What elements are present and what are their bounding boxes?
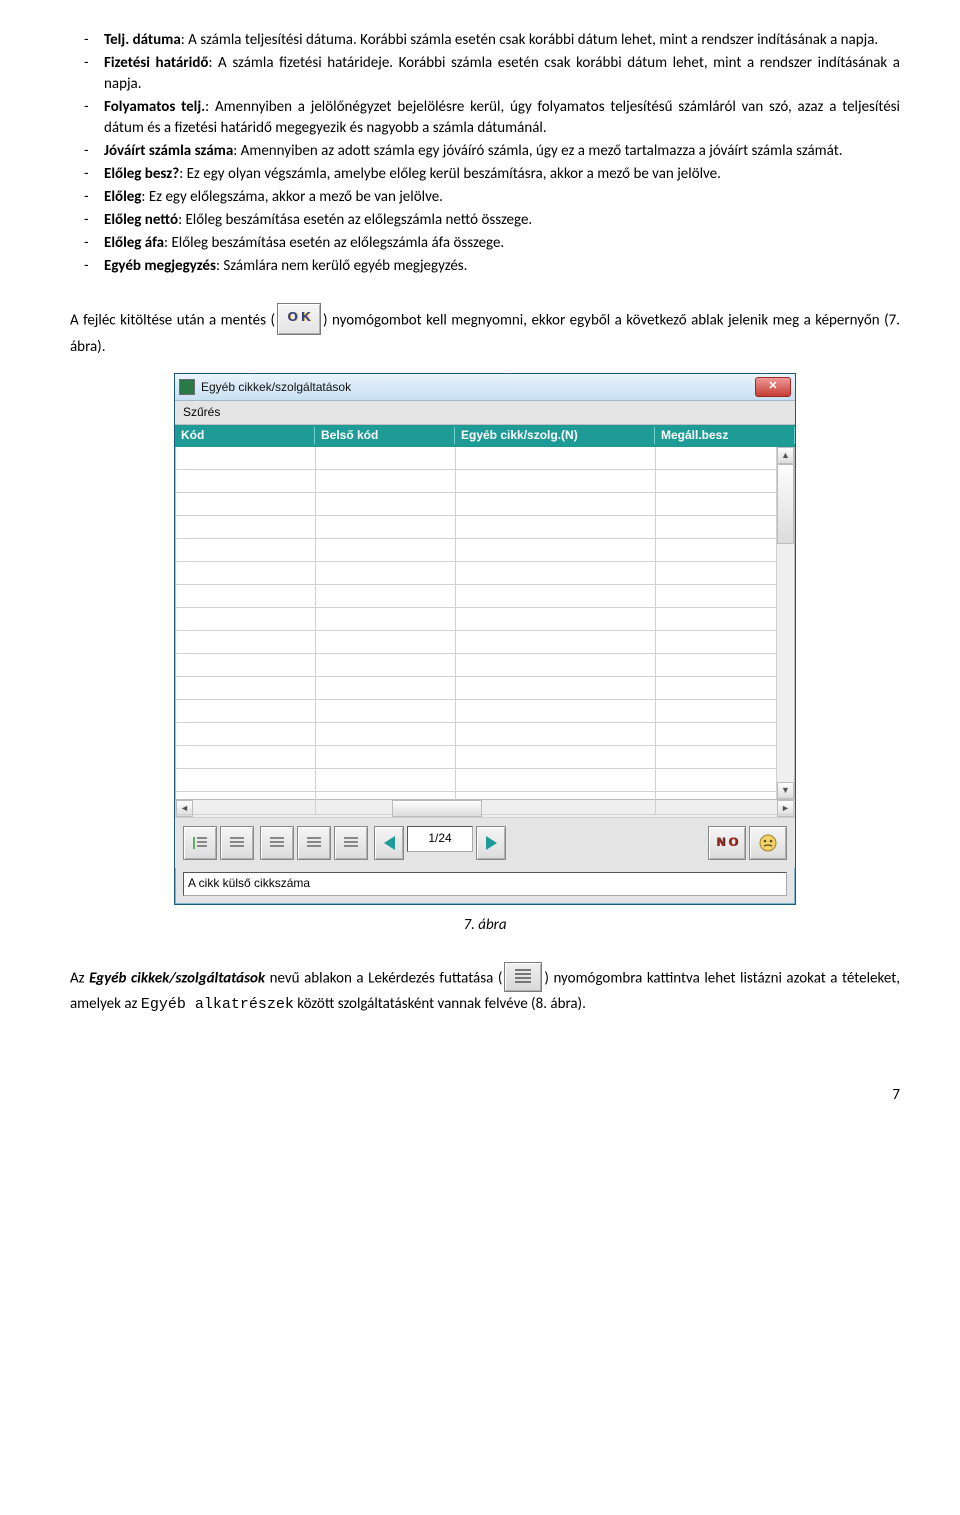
scroll-down-icon[interactable]: ▼: [777, 782, 794, 799]
term: Jóváírt számla száma: [104, 142, 233, 160]
text: Az: [70, 969, 89, 987]
figure-7: Egyéb cikkek/szolgáltatások ✕ Szűrés Kód…: [70, 373, 900, 905]
window-title: Egyéb cikkek/szolgáltatások: [201, 379, 755, 396]
term-text: : Számlára nem kerülő egyéb megjegyzés.: [216, 257, 468, 275]
toolbar-query-icon[interactable]: [183, 826, 217, 860]
term-text: : Ez egy előlegszáma, akkor a mező be va…: [141, 188, 443, 206]
record-counter: 1/24: [407, 826, 473, 852]
vertical-scrollbar[interactable]: ▲ ▼: [776, 447, 794, 799]
definition-list: Telj. dátuma: A számla teljesítési dátum…: [70, 30, 900, 277]
status-bar: A cikk külső cikkszáma: [183, 872, 787, 896]
ok-button-icon: O K: [277, 303, 321, 335]
term-text: : Előleg beszámítása esetén az előlegszá…: [178, 211, 532, 229]
col-egyeb-cikk[interactable]: Egyéb cikk/szolg.(N): [455, 427, 655, 444]
titlebar: Egyéb cikkek/szolgáltatások ✕: [175, 374, 795, 401]
scroll-thumb[interactable]: [392, 800, 482, 817]
toolbar-list-icon[interactable]: [260, 826, 294, 860]
help-button[interactable]: [749, 826, 787, 860]
paragraph-save: A fejléc kitöltése után a mentés (O K) n…: [70, 305, 900, 358]
term-text: : Amennyiben az adott számla egy jóváíró…: [233, 142, 842, 160]
scroll-thumb[interactable]: [777, 464, 794, 544]
triangle-right-icon: [486, 836, 497, 850]
list-item: Előleg besz?: Ez egy olyan végszámla, am…: [70, 164, 900, 185]
figure-caption-7: 7. ábra: [70, 915, 900, 936]
term-text: : Ez egy olyan végszámla, amelybe előleg…: [179, 165, 721, 183]
run-query-button-icon: [504, 962, 542, 992]
term: Folyamatos telj.: [104, 98, 205, 116]
toolbar-list2-icon[interactable]: [297, 826, 331, 860]
term: Előleg nettó: [104, 211, 178, 229]
toolbar-list3-icon[interactable]: [334, 826, 368, 860]
term: Fizetési határidő: [104, 54, 208, 72]
term-text: : Előleg beszámítása esetén az előlegszá…: [164, 234, 504, 252]
list-item: Telj. dátuma: A számla teljesítési dátum…: [70, 30, 900, 51]
list-item: Előleg áfa: Előleg beszámítása esetén az…: [70, 233, 900, 254]
term-text: : Amennyiben a jelölőnégyzet bejelölésre…: [104, 98, 900, 137]
text: nevű ablakon a: [265, 969, 368, 987]
term-text: : A számla fizetési határideje. Korábbi …: [104, 54, 900, 93]
no-label: N O: [716, 834, 737, 851]
term: Egyéb megjegyzés: [104, 257, 216, 275]
list-item: Előleg nettó: Előleg beszámítása esetén …: [70, 210, 900, 231]
page-number: 7: [70, 1085, 900, 1106]
menu-filter[interactable]: Szűrés: [175, 401, 795, 425]
grid-body[interactable]: ▲ ▼: [175, 447, 795, 800]
text: (: [266, 312, 275, 330]
cancel-button[interactable]: N O: [708, 826, 746, 860]
scroll-up-icon[interactable]: ▲: [777, 447, 794, 464]
window-icon: [179, 379, 195, 395]
text: között szolgáltatásként vannak felvéve (…: [294, 995, 586, 1013]
dialog-window: Egyéb cikkek/szolgáltatások ✕ Szűrés Kód…: [174, 373, 796, 905]
col-belso-kod[interactable]: Belső kód: [315, 427, 455, 444]
nav-prev-button[interactable]: [374, 826, 404, 860]
list-item: Fizetési határidő: A számla fizetési hat…: [70, 53, 900, 95]
bottom-toolbar: 1/24 N O: [175, 818, 795, 868]
grid-header: Kód Belső kód Egyéb cikk/szolg.(N) Megál…: [175, 425, 795, 447]
term: Előleg áfa: [104, 234, 164, 252]
list-item: Előleg: Ez egy előlegszáma, akkor a mező…: [70, 187, 900, 208]
term-text: : A számla teljesítési dátuma. Korábbi s…: [181, 31, 878, 49]
toolbar-run-query-icon[interactable]: [220, 826, 254, 860]
text: (: [493, 969, 502, 987]
nav-next-button[interactable]: [476, 826, 506, 860]
col-megall-besz[interactable]: Megáll.besz: [655, 427, 795, 444]
list-item: Jóváírt számla száma: Amennyiben az adot…: [70, 141, 900, 162]
text: A fejléc kitöltése után a: [70, 312, 221, 330]
query-action-name: Lekérdezés futtatása: [368, 969, 493, 987]
horizontal-scrollbar[interactable]: ◄ ►: [175, 800, 795, 818]
list-item: Egyéb megjegyzés: Számlára nem kerülő eg…: [70, 256, 900, 277]
triangle-left-icon: [384, 836, 395, 850]
close-button[interactable]: ✕: [755, 377, 791, 397]
term: Előleg: [104, 188, 141, 206]
term: Telj. dátuma: [104, 31, 181, 49]
col-kod[interactable]: Kód: [175, 427, 315, 444]
paragraph-query: Az Egyéb cikkek/szolgáltatások nevű abla…: [70, 964, 900, 1015]
window-name-ref: Egyéb cikkek/szolgáltatások: [89, 969, 265, 987]
list-item: Folyamatos telj.: Amennyiben a jelölőnég…: [70, 97, 900, 139]
save-action-name: mentés: [221, 312, 266, 330]
mono-text: Egyéb alkatrészek: [141, 996, 294, 1013]
term: Előleg besz?: [104, 165, 179, 183]
